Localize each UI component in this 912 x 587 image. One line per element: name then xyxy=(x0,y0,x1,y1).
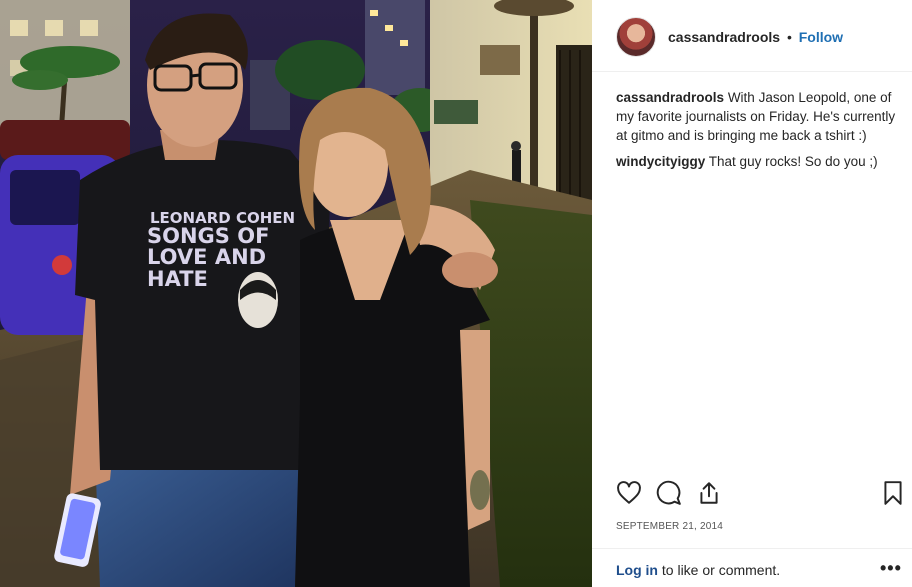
bookmark-button[interactable] xyxy=(880,480,906,506)
more-options-icon[interactable]: ••• xyxy=(880,558,902,579)
comment-caption: cassandradrools With Jason Leopold, one … xyxy=(616,88,906,145)
shirt-text-line-3: LOVE AND xyxy=(147,245,266,269)
comment-username[interactable]: cassandradrools xyxy=(616,90,724,105)
post-actions xyxy=(616,480,906,508)
post-photo[interactable]: LEONARD COHEN SONGS OF LOVE AND HATE xyxy=(0,0,592,587)
login-prompt: Log in to like or comment. xyxy=(616,562,780,578)
post-sidebar: cassandradrools • Follow cassandradrools… xyxy=(592,0,912,587)
shirt-text-line-4: HATE xyxy=(147,267,208,291)
comment-reply: windycityiggy That guy rocks! So do you … xyxy=(616,152,906,171)
comment-username[interactable]: windycityiggy xyxy=(616,154,705,169)
follow-button[interactable]: Follow xyxy=(799,29,843,45)
post-date: SEPTEMBER 21, 2014 xyxy=(616,521,723,532)
comment-text: That guy rocks! So do you ;) xyxy=(708,154,878,169)
login-link[interactable]: Log in xyxy=(616,562,658,578)
heart-icon xyxy=(617,481,641,504)
comment-button[interactable] xyxy=(656,480,682,506)
header-user-line: cassandradrools • Follow xyxy=(668,29,843,45)
header-username[interactable]: cassandradrools xyxy=(668,29,780,45)
login-rest: to like or comment. xyxy=(658,562,781,578)
share-button[interactable] xyxy=(696,480,722,506)
bookmark-icon xyxy=(884,481,902,505)
header-separator: • xyxy=(786,29,792,45)
photo-scene: LEONARD COHEN SONGS OF LOVE AND HATE xyxy=(0,0,592,587)
avatar[interactable] xyxy=(616,17,656,57)
share-icon xyxy=(700,482,718,504)
like-button[interactable] xyxy=(616,480,642,506)
post-header: cassandradrools • Follow xyxy=(592,0,912,72)
post-footer: Log in to like or comment. ••• xyxy=(592,548,912,587)
comment-icon xyxy=(656,480,681,505)
comments-list: cassandradrools With Jason Leopold, one … xyxy=(616,88,906,178)
